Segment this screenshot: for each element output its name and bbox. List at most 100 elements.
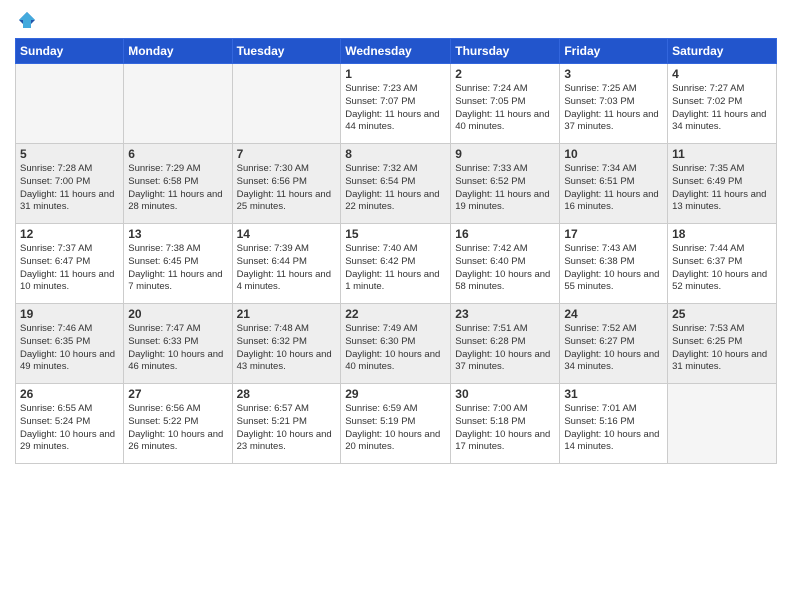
calendar-cell: 20 Sunrise: 7:47 AM Sunset: 6:33 PM Dayli… [124, 304, 232, 384]
day-number: 12 [20, 227, 119, 241]
calendar-cell: 12 Sunrise: 7:37 AM Sunset: 6:47 PM Dayli… [16, 224, 124, 304]
calendar-cell: 10 Sunrise: 7:34 AM Sunset: 6:51 PM Dayli… [560, 144, 668, 224]
weekday-header-tuesday: Tuesday [232, 39, 341, 64]
day-number: 19 [20, 307, 119, 321]
calendar-cell: 24 Sunrise: 7:52 AM Sunset: 6:27 PM Dayli… [560, 304, 668, 384]
calendar-cell [668, 384, 777, 464]
weekday-header-wednesday: Wednesday [341, 39, 451, 64]
calendar-cell: 2Sunrise: 7:24 AM Sunset: 7:05 PM Daylig… [451, 64, 560, 144]
day-number: 2 [455, 67, 555, 81]
day-info: Sunrise: 7:29 AM Sunset: 6:58 PM Dayligh… [128, 163, 227, 214]
day-number: 1 [345, 67, 446, 81]
weekday-header-thursday: Thursday [451, 39, 560, 64]
header [15, 10, 777, 30]
calendar-cell: 29Sunrise: 6:59 AM Sunset: 5:19 PM Dayli… [341, 384, 451, 464]
weekday-header-friday: Friday [560, 39, 668, 64]
day-number: 11 [672, 147, 772, 161]
day-number: 23 [455, 307, 555, 321]
day-number: 8 [345, 147, 446, 161]
day-info: Sunrise: 7:30 AM Sunset: 6:56 PM Dayligh… [237, 163, 337, 214]
calendar-cell: 22Sunrise: 7:49 AM Sunset: 6:30 PM Dayli… [341, 304, 451, 384]
calendar-cell: 3 Sunrise: 7:25 AM Sunset: 7:03 PM Daylig… [560, 64, 668, 144]
day-info: Sunrise: 7:53 AM Sunset: 6:25 PM Dayligh… [672, 323, 772, 374]
calendar-cell [232, 64, 341, 144]
day-number: 26 [20, 387, 119, 401]
calendar-cell: 28 Sunrise: 6:57 AM Sunset: 5:21 PM Dayli… [232, 384, 341, 464]
day-number: 28 [237, 387, 337, 401]
calendar-cell: 1 Sunrise: 7:23 AM Sunset: 7:07 PM Daylig… [341, 64, 451, 144]
day-info: Sunrise: 7:44 AM Sunset: 6:37 PM Dayligh… [672, 243, 772, 294]
day-number: 7 [237, 147, 337, 161]
day-info: Sunrise: 7:23 AM Sunset: 7:07 PM Dayligh… [345, 83, 446, 134]
calendar-cell [16, 64, 124, 144]
calendar-cell: 6 Sunrise: 7:29 AM Sunset: 6:58 PM Daylig… [124, 144, 232, 224]
calendar-week-row: 5 Sunrise: 7:28 AM Sunset: 7:00 PM Daylig… [16, 144, 777, 224]
day-info: Sunrise: 7:33 AM Sunset: 6:52 PM Dayligh… [455, 163, 555, 214]
day-number: 14 [237, 227, 337, 241]
day-info: Sunrise: 7:32 AM Sunset: 6:54 PM Dayligh… [345, 163, 446, 214]
day-number: 17 [564, 227, 663, 241]
calendar-cell: 30 Sunrise: 7:00 AM Sunset: 5:18 PM Dayli… [451, 384, 560, 464]
day-info: Sunrise: 7:38 AM Sunset: 6:45 PM Dayligh… [128, 243, 227, 294]
day-number: 5 [20, 147, 119, 161]
day-info: Sunrise: 7:39 AM Sunset: 6:44 PM Dayligh… [237, 243, 337, 294]
logo-icon [17, 10, 37, 30]
day-info: Sunrise: 7:51 AM Sunset: 6:28 PM Dayligh… [455, 323, 555, 374]
day-info: Sunrise: 6:56 AM Sunset: 5:22 PM Dayligh… [128, 403, 227, 454]
calendar-table: SundayMondayTuesdayWednesdayThursdayFrid… [15, 38, 777, 464]
weekday-header-saturday: Saturday [668, 39, 777, 64]
day-info: Sunrise: 7:34 AM Sunset: 6:51 PM Dayligh… [564, 163, 663, 214]
page: SundayMondayTuesdayWednesdayThursdayFrid… [0, 0, 792, 612]
calendar-cell: 21 Sunrise: 7:48 AM Sunset: 6:32 PM Dayli… [232, 304, 341, 384]
calendar-cell: 4Sunrise: 7:27 AM Sunset: 7:02 PM Daylig… [668, 64, 777, 144]
day-number: 6 [128, 147, 227, 161]
day-number: 4 [672, 67, 772, 81]
calendar-cell: 8 Sunrise: 7:32 AM Sunset: 6:54 PM Daylig… [341, 144, 451, 224]
calendar-cell: 23 Sunrise: 7:51 AM Sunset: 6:28 PM Dayli… [451, 304, 560, 384]
day-number: 20 [128, 307, 227, 321]
calendar-cell: 15Sunrise: 7:40 AM Sunset: 6:42 PM Dayli… [341, 224, 451, 304]
calendar-cell: 7 Sunrise: 7:30 AM Sunset: 6:56 PM Daylig… [232, 144, 341, 224]
day-number: 25 [672, 307, 772, 321]
calendar-week-row: 12 Sunrise: 7:37 AM Sunset: 6:47 PM Dayli… [16, 224, 777, 304]
day-number: 18 [672, 227, 772, 241]
day-number: 16 [455, 227, 555, 241]
calendar-cell: 25 Sunrise: 7:53 AM Sunset: 6:25 PM Dayli… [668, 304, 777, 384]
calendar-cell: 14 Sunrise: 7:39 AM Sunset: 6:44 PM Dayli… [232, 224, 341, 304]
day-info: Sunrise: 7:00 AM Sunset: 5:18 PM Dayligh… [455, 403, 555, 454]
day-number: 22 [345, 307, 446, 321]
calendar-cell: 17Sunrise: 7:43 AM Sunset: 6:38 PM Dayli… [560, 224, 668, 304]
day-info: Sunrise: 7:37 AM Sunset: 6:47 PM Dayligh… [20, 243, 119, 294]
day-info: Sunrise: 7:28 AM Sunset: 7:00 PM Dayligh… [20, 163, 119, 214]
day-info: Sunrise: 7:46 AM Sunset: 6:35 PM Dayligh… [20, 323, 119, 374]
day-info: Sunrise: 7:47 AM Sunset: 6:33 PM Dayligh… [128, 323, 227, 374]
day-number: 21 [237, 307, 337, 321]
calendar-cell: 19 Sunrise: 7:46 AM Sunset: 6:35 PM Dayli… [16, 304, 124, 384]
day-info: Sunrise: 7:52 AM Sunset: 6:27 PM Dayligh… [564, 323, 663, 374]
calendar-cell: 26 Sunrise: 6:55 AM Sunset: 5:24 PM Dayli… [16, 384, 124, 464]
calendar-cell: 31Sunrise: 7:01 AM Sunset: 5:16 PM Dayli… [560, 384, 668, 464]
day-info: Sunrise: 7:48 AM Sunset: 6:32 PM Dayligh… [237, 323, 337, 374]
calendar-week-row: 19 Sunrise: 7:46 AM Sunset: 6:35 PM Dayli… [16, 304, 777, 384]
weekday-header-monday: Monday [124, 39, 232, 64]
day-number: 3 [564, 67, 663, 81]
calendar-cell: 11Sunrise: 7:35 AM Sunset: 6:49 PM Dayli… [668, 144, 777, 224]
calendar-cell: 9 Sunrise: 7:33 AM Sunset: 6:52 PM Daylig… [451, 144, 560, 224]
calendar-cell: 16Sunrise: 7:42 AM Sunset: 6:40 PM Dayli… [451, 224, 560, 304]
day-info: Sunrise: 6:57 AM Sunset: 5:21 PM Dayligh… [237, 403, 337, 454]
day-info: Sunrise: 6:55 AM Sunset: 5:24 PM Dayligh… [20, 403, 119, 454]
day-number: 9 [455, 147, 555, 161]
day-number: 27 [128, 387, 227, 401]
calendar-cell: 18 Sunrise: 7:44 AM Sunset: 6:37 PM Dayli… [668, 224, 777, 304]
calendar-cell [124, 64, 232, 144]
day-number: 24 [564, 307, 663, 321]
day-number: 10 [564, 147, 663, 161]
day-number: 30 [455, 387, 555, 401]
day-info: Sunrise: 6:59 AM Sunset: 5:19 PM Dayligh… [345, 403, 446, 454]
calendar-week-row: 1 Sunrise: 7:23 AM Sunset: 7:07 PM Daylig… [16, 64, 777, 144]
calendar-week-row: 26 Sunrise: 6:55 AM Sunset: 5:24 PM Dayli… [16, 384, 777, 464]
calendar-cell: 5 Sunrise: 7:28 AM Sunset: 7:00 PM Daylig… [16, 144, 124, 224]
calendar-header-row: SundayMondayTuesdayWednesdayThursdayFrid… [16, 39, 777, 64]
day-info: Sunrise: 7:25 AM Sunset: 7:03 PM Dayligh… [564, 83, 663, 134]
calendar-cell: 27 Sunrise: 6:56 AM Sunset: 5:22 PM Dayli… [124, 384, 232, 464]
